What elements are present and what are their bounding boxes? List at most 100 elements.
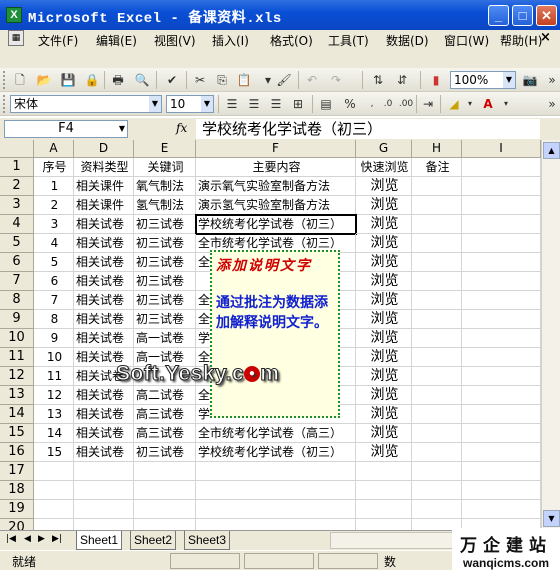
cell[interactable] [412, 443, 462, 462]
cell[interactable]: 相关课件 [74, 196, 134, 215]
cell[interactable]: 初三试卷 [134, 443, 196, 462]
cell[interactable]: 高三试卷 [134, 405, 196, 424]
cell[interactable] [412, 500, 462, 519]
spelling-icon[interactable]: ✔ [164, 72, 180, 88]
menu-tools[interactable]: 工具(T) [328, 32, 369, 49]
copy-icon[interactable]: ⎘ [214, 72, 230, 88]
cell[interactable] [34, 462, 74, 481]
sheet-tab-sheet3[interactable]: Sheet3 [184, 531, 231, 550]
column-header-e[interactable]: E [134, 140, 196, 158]
cell[interactable]: 1 [34, 177, 74, 196]
cell[interactable]: 5 [34, 253, 74, 272]
menu-edit[interactable]: 编辑(E) [96, 32, 137, 49]
cell[interactable] [412, 329, 462, 348]
cell[interactable] [462, 310, 541, 329]
increase-decimal-icon[interactable]: .0 [380, 96, 396, 112]
column-header-f[interactable]: F [196, 140, 356, 158]
cell[interactable]: 初三试卷 [134, 253, 196, 272]
cell[interactable]: 浏览 [356, 367, 412, 386]
cell[interactable]: 全市统考化学试卷（高三） [196, 424, 356, 443]
cell[interactable]: 初三试卷 [134, 310, 196, 329]
cell[interactable]: 初三试卷 [134, 215, 196, 234]
cell[interactable] [74, 462, 134, 481]
cell[interactable] [412, 291, 462, 310]
cell[interactable]: 相关试卷 [74, 424, 134, 443]
cell[interactable]: 高一试卷 [134, 329, 196, 348]
cell[interactable] [356, 500, 412, 519]
cell[interactable]: 浏览 [356, 272, 412, 291]
row-header[interactable]: 13 [0, 386, 34, 405]
cell[interactable] [412, 177, 462, 196]
cell[interactable]: 资料类型 [74, 158, 134, 177]
vertical-scrollbar[interactable]: ▲ ▼ [541, 140, 560, 530]
cell[interactable]: 相关试卷 [74, 310, 134, 329]
row-header[interactable]: 5 [0, 234, 34, 253]
select-all-corner[interactable] [0, 140, 34, 158]
cell[interactable]: 相关试卷 [74, 329, 134, 348]
cell[interactable] [412, 481, 462, 500]
row-header[interactable]: 8 [0, 291, 34, 310]
print-icon[interactable]: 🖶 [110, 72, 126, 88]
undo-icon[interactable]: ↶ [304, 72, 320, 88]
cell[interactable] [462, 424, 541, 443]
cell[interactable] [412, 462, 462, 481]
cell[interactable] [412, 367, 462, 386]
menu-data[interactable]: 数据(D) [386, 32, 429, 49]
cell[interactable]: 浏览 [356, 196, 412, 215]
sort-descending-icon[interactable]: ⇵ [394, 72, 410, 88]
cell[interactable] [356, 481, 412, 500]
cell[interactable]: 初三试卷 [134, 234, 196, 253]
row-header[interactable]: 6 [0, 253, 34, 272]
cut-icon[interactable]: ✂ [192, 72, 208, 88]
cell[interactable]: 14 [34, 424, 74, 443]
insert-function-icon[interactable]: fx [176, 121, 187, 135]
doc-close-icon[interactable]: × [540, 30, 551, 45]
row-header[interactable]: 3 [0, 196, 34, 215]
cell[interactable] [412, 310, 462, 329]
chevron-down-icon[interactable]: ▼ [119, 121, 125, 137]
cell[interactable] [412, 272, 462, 291]
cell[interactable]: 11 [34, 367, 74, 386]
toolbar-options-icon[interactable]: » [544, 96, 560, 112]
cell[interactable] [412, 386, 462, 405]
cell[interactable]: 6 [34, 272, 74, 291]
paste-dropdown-icon[interactable]: ▾ [260, 72, 276, 88]
cell[interactable] [196, 500, 356, 519]
cell[interactable] [412, 215, 462, 234]
cell[interactable]: 15 [34, 443, 74, 462]
cell[interactable]: 高二试卷 [134, 386, 196, 405]
cell[interactable] [462, 329, 541, 348]
cell[interactable] [34, 481, 74, 500]
align-center-icon[interactable]: ☰ [246, 96, 262, 112]
minimize-button[interactable]: _ [488, 5, 509, 26]
menu-view[interactable]: 视图(V) [154, 32, 196, 49]
cell[interactable] [462, 443, 541, 462]
close-button[interactable]: ✕ [536, 5, 557, 26]
prev-sheet-icon[interactable]: ◀ [24, 534, 31, 544]
cell[interactable]: 12 [34, 386, 74, 405]
cell[interactable]: 相关试卷 [74, 386, 134, 405]
cell[interactable]: 13 [34, 405, 74, 424]
cell[interactable]: 4 [34, 234, 74, 253]
row-header[interactable]: 2 [0, 177, 34, 196]
cell[interactable]: 浏览 [356, 310, 412, 329]
first-sheet-icon[interactable]: |◀ [6, 534, 16, 544]
cell[interactable]: 浏览 [356, 386, 412, 405]
open-icon[interactable]: 📂 [36, 72, 52, 88]
cell[interactable]: 快速浏览 [356, 158, 412, 177]
scroll-up-icon[interactable]: ▲ [543, 142, 560, 159]
currency-icon[interactable]: ▤ [318, 96, 334, 112]
chart-wizard-icon[interactable]: ▮ [428, 72, 444, 88]
font-size-select[interactable]: 10 ▼ [166, 95, 214, 113]
cell[interactable]: 相关试卷 [74, 443, 134, 462]
cell[interactable]: 浏览 [356, 234, 412, 253]
cell[interactable] [34, 500, 74, 519]
cell[interactable] [462, 215, 541, 234]
cell[interactable]: 相关试卷 [74, 215, 134, 234]
cell[interactable] [462, 291, 541, 310]
cell[interactable] [134, 462, 196, 481]
cell[interactable] [462, 158, 541, 177]
menu-format[interactable]: 格式(O) [270, 32, 313, 49]
font-color-dropdown-icon[interactable]: ▾ [498, 96, 514, 112]
row-header[interactable]: 1 [0, 158, 34, 177]
